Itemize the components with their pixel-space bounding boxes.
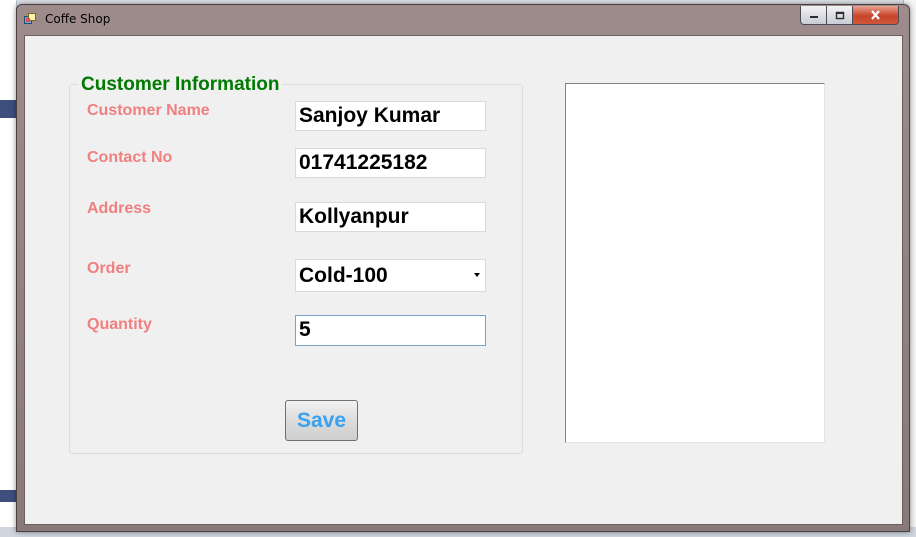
contact-no-label: Contact No [87,149,173,166]
title-bar[interactable]: Coffe Shop [17,5,909,33]
save-button[interactable]: Save [285,400,358,441]
coffee-shop-window: Coffe Shop Customer Information Customer… [16,4,910,532]
maximize-icon [835,11,844,19]
minimize-button[interactable] [800,6,827,25]
output-display-box[interactable] [565,83,825,443]
background-ide-code-strip [0,0,17,537]
contact-no-field[interactable]: 01741225182 [295,148,486,178]
address-label: Address [87,200,152,217]
order-select[interactable]: Cold-100 [295,259,486,292]
group-title: Customer Information [78,74,283,96]
close-icon [871,10,880,20]
minimize-icon [809,16,818,18]
order-label: Order [87,260,131,277]
address-field[interactable]: Kollyanpur [295,202,486,232]
quantity-field[interactable]: 5 [295,315,486,346]
form-client-area: Customer Information Customer Name Sanjo… [24,35,903,525]
order-select-value: Cold-100 [299,264,388,287]
dropdown-arrow-icon[interactable] [474,273,480,277]
quantity-label: Quantity [87,316,152,333]
close-button[interactable] [852,6,899,25]
customer-name-field[interactable]: Sanjoy Kumar [295,101,486,131]
customer-name-label: Customer Name [87,102,210,119]
ide-bar [0,490,16,502]
maximize-button[interactable] [826,6,853,25]
app-window-icon [24,13,36,24]
window-title: Coffe Shop [45,12,111,26]
ide-bar [0,100,16,118]
